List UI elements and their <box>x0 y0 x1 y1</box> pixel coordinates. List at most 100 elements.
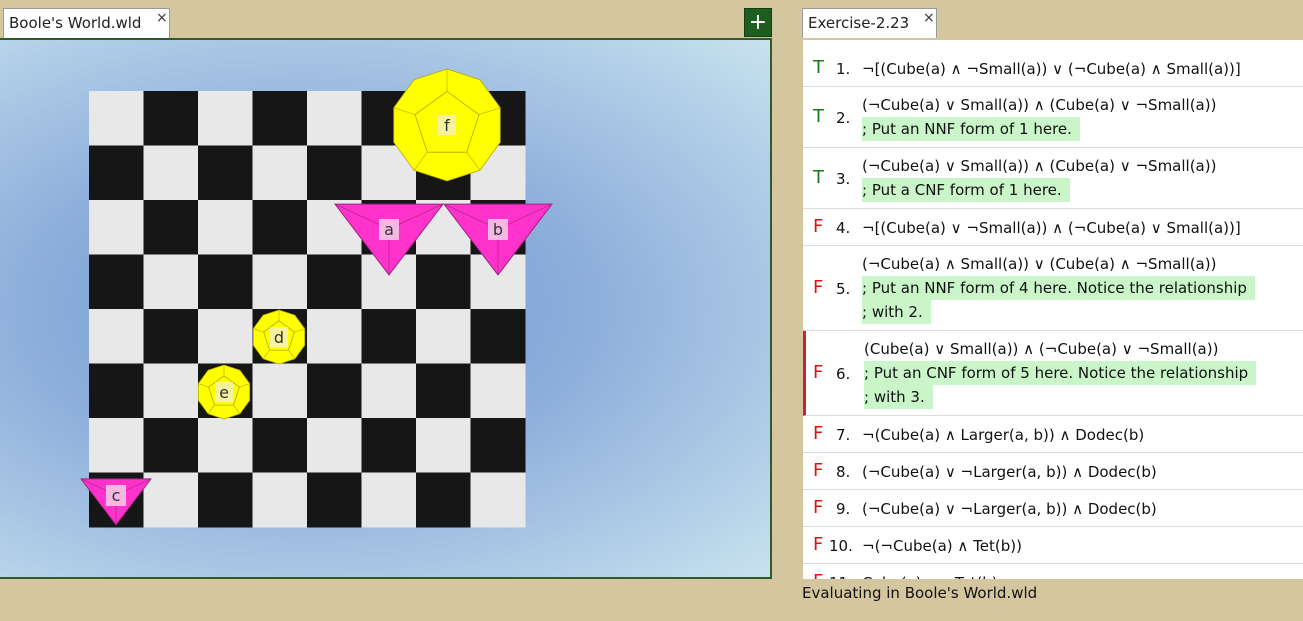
close-icon[interactable]: × <box>156 10 168 26</box>
sentence-text[interactable]: (¬Cube(a) ∨ ¬Larger(a, b)) ∧ Dodec(b) <box>862 497 1157 521</box>
board-square[interactable] <box>252 472 308 528</box>
board-square[interactable] <box>416 254 471 310</box>
block-label: d <box>274 328 284 347</box>
sentence-text[interactable]: (Cube(a) ∨ Small(a)) ∧ (¬Cube(a) ∨ ¬Smal… <box>864 337 1218 361</box>
board-square[interactable] <box>89 254 144 310</box>
board-square[interactable] <box>470 472 526 528</box>
sentence-row[interactable]: F 8. (¬Cube(a) ∨ ¬Larger(a, b)) ∧ Dodec(b) <box>803 453 1303 490</box>
board-square[interactable] <box>252 145 308 201</box>
board-square[interactable] <box>307 472 362 528</box>
board-square[interactable] <box>143 418 199 473</box>
board-square[interactable] <box>361 418 417 473</box>
board-square[interactable] <box>198 418 253 473</box>
board-square[interactable] <box>143 254 199 310</box>
board-square[interactable] <box>198 200 253 255</box>
sentence-row[interactable]: F 6. (Cube(a) ∨ Small(a)) ∧ (¬Cube(a) ∨ ¬S… <box>803 331 1303 416</box>
board-square[interactable] <box>198 254 253 310</box>
truth-value: F <box>813 422 824 444</box>
board-square[interactable] <box>198 472 253 528</box>
close-icon[interactable]: × <box>923 10 935 26</box>
tab-label: Exercise-2.23 <box>808 14 910 32</box>
board-square[interactable] <box>143 363 199 419</box>
sentence-number: 11. <box>829 571 853 580</box>
world-board: a b c d e f <box>79 68 554 528</box>
sentence-text[interactable]: Cube(a) ∨ ¬Tet(b) <box>862 571 998 580</box>
board-square[interactable] <box>470 363 526 419</box>
truth-value: F <box>813 215 824 237</box>
board-square[interactable] <box>198 91 253 146</box>
board-square[interactable] <box>89 418 144 473</box>
add-tab-button[interactable]: + <box>744 8 772 37</box>
board-square[interactable] <box>143 200 199 255</box>
sentence-text[interactable]: (¬Cube(a) ∨ Small(a)) ∧ (Cube(a) ∨ ¬Smal… <box>862 93 1216 117</box>
sentence-row[interactable]: T 3. (¬Cube(a) ∨ Small(a)) ∧ (Cube(a) ∨ ¬S… <box>803 148 1303 209</box>
sentence-number: 1. <box>836 59 851 78</box>
board-square[interactable] <box>470 309 526 364</box>
sentence-number: 8. <box>836 462 851 481</box>
sentence-row[interactable]: T 2. (¬Cube(a) ∨ Small(a)) ∧ (Cube(a) ∨ ¬S… <box>803 87 1303 148</box>
board-square[interactable] <box>361 309 417 364</box>
board-square[interactable] <box>307 418 362 473</box>
block-e[interactable]: e <box>197 364 251 420</box>
board-square[interactable] <box>252 363 308 419</box>
board-square[interactable] <box>143 145 199 201</box>
sentence-comment: ; Put an NNF form of 4 here. Notice the … <box>862 276 1255 300</box>
sentence-number: 6. <box>836 364 851 383</box>
block-f[interactable]: f <box>393 68 501 182</box>
tab-exercise[interactable]: Exercise-2.23 × <box>802 8 937 38</box>
board-square[interactable] <box>307 145 362 201</box>
sentence-text[interactable]: (¬Cube(a) ∨ ¬Larger(a, b)) ∧ Dodec(b) <box>862 460 1157 484</box>
sentence-row[interactable]: F 7. ¬(Cube(a) ∧ Larger(a, b)) ∧ Dodec(b) <box>803 416 1303 453</box>
world-view[interactable]: a b c d e f <box>0 38 772 579</box>
sentence-text[interactable]: ¬[(Cube(a) ∨ ¬Small(a)) ∧ (¬Cube(a) ∨ Sm… <box>862 216 1241 240</box>
sentence-row[interactable]: T 1. ¬[(Cube(a) ∧ ¬Small(a)) ∨ (¬Cube(a) ∧… <box>803 50 1303 87</box>
board-square[interactable] <box>416 418 471 473</box>
board-square[interactable] <box>307 91 362 146</box>
sentence-comment: ; Put a CNF form of 1 here. <box>862 178 1070 202</box>
board-square[interactable] <box>361 472 417 528</box>
board-square[interactable] <box>252 254 308 310</box>
board-square[interactable] <box>89 363 144 419</box>
sentence-text[interactable]: ¬(¬Cube(a) ∧ Tet(b)) <box>862 534 1022 558</box>
sentence-row[interactable]: F 9. (¬Cube(a) ∨ ¬Larger(a, b)) ∧ Dodec(b) <box>803 490 1303 527</box>
board-square[interactable] <box>89 145 144 201</box>
board-square[interactable] <box>143 91 199 146</box>
sentence-row[interactable]: F 11. Cube(a) ∨ ¬Tet(b) <box>803 564 1303 580</box>
board-square[interactable] <box>143 472 199 528</box>
board-square[interactable] <box>416 363 471 419</box>
sentence-row[interactable]: F 10. ¬(¬Cube(a) ∧ Tet(b)) <box>803 527 1303 564</box>
sentence-text[interactable]: ¬(Cube(a) ∧ Larger(a, b)) ∧ Dodec(b) <box>862 423 1144 447</box>
sentence-list[interactable]: T 1. ¬[(Cube(a) ∧ ¬Small(a)) ∨ (¬Cube(a) ∧… <box>803 40 1303 579</box>
truth-value: F <box>813 533 824 555</box>
board-square[interactable] <box>89 309 144 364</box>
sentence-number: 5. <box>836 279 851 298</box>
truth-value: F <box>813 276 824 298</box>
tab-boole-world[interactable]: Boole's World.wld × <box>3 8 170 38</box>
sentence-text[interactable]: (¬Cube(a) ∨ Small(a)) ∧ (Cube(a) ∨ ¬Smal… <box>862 154 1216 178</box>
sentence-row[interactable]: F 5. (¬Cube(a) ∧ Small(a)) ∨ (Cube(a) ∧ ¬S… <box>803 246 1303 331</box>
board-square[interactable] <box>89 200 144 255</box>
truth-value: F <box>813 459 824 481</box>
board-square[interactable] <box>252 200 308 255</box>
board-square[interactable] <box>252 91 308 146</box>
block-label: b <box>493 220 503 239</box>
board-square[interactable] <box>307 363 362 419</box>
board-square[interactable] <box>198 309 253 364</box>
board-square[interactable] <box>252 418 308 473</box>
board-square[interactable] <box>470 418 526 473</box>
sentence-number: 4. <box>836 218 851 237</box>
board-square[interactable] <box>416 472 471 528</box>
sentence-row[interactable]: F 4. ¬[(Cube(a) ∨ ¬Small(a)) ∧ (¬Cube(a) ∨… <box>803 209 1303 246</box>
sentence-comment: ; with 2. <box>862 300 931 324</box>
board-square[interactable] <box>307 309 362 364</box>
block-d[interactable]: d <box>252 309 306 365</box>
sentence-text[interactable]: (¬Cube(a) ∧ Small(a)) ∨ (Cube(a) ∧ ¬Smal… <box>862 252 1216 276</box>
board-square[interactable] <box>198 145 253 201</box>
board-square[interactable] <box>416 309 471 364</box>
sentence-text[interactable]: ¬[(Cube(a) ∧ ¬Small(a)) ∨ (¬Cube(a) ∧ Sm… <box>862 57 1241 81</box>
sentence-comment: ; Put an NNF form of 1 here. <box>862 117 1080 141</box>
board-square[interactable] <box>361 363 417 419</box>
board-square[interactable] <box>143 309 199 364</box>
board-square[interactable] <box>89 91 144 146</box>
board-square[interactable] <box>307 254 362 310</box>
